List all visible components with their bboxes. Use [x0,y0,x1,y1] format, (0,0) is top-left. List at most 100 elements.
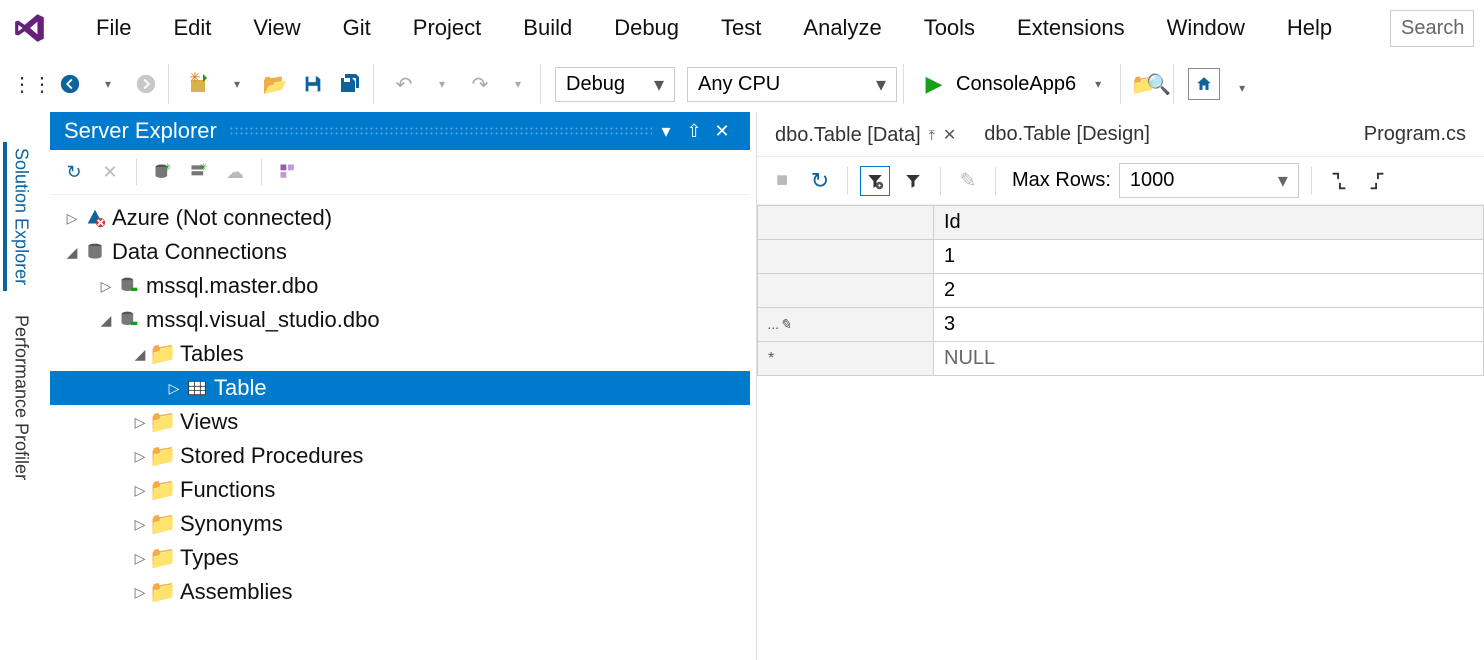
cell-value[interactable]: 2 [934,274,1484,308]
find-in-files-button[interactable]: 📁🔍 [1135,68,1167,100]
menu-analyze[interactable]: Analyze [797,11,887,45]
sidetab-performance-profiler[interactable]: Performance Profiler [3,309,36,486]
refresh-button[interactable]: ↻ [60,158,88,186]
visual-studio-logo-icon [10,8,50,48]
tree-item-table[interactable]: ▷ Table [50,371,750,405]
server-explorer-header[interactable]: Server Explorer ▾ ⇧ ✕ [50,112,750,150]
tree-item-views-folder[interactable]: ▷ 📁 Views [50,405,750,439]
toolbar-overflow-icon[interactable]: ▾ [1226,72,1258,104]
stop-button[interactable]: ■ [767,166,797,196]
redo-button[interactable]: ↷ [464,68,496,100]
new-dropdown-icon[interactable]: ▾ [221,68,253,100]
menu-file[interactable]: File [90,11,137,45]
tab-dbo-table-design[interactable]: dbo.Table [Design] [972,117,1162,152]
connect-to-server-button[interactable]: ✳ [185,158,213,186]
redo-dropdown-icon[interactable]: ▾ [502,68,534,100]
save-button[interactable] [297,68,329,100]
workspace: Solution Explorer Performance Profiler S… [0,112,1484,660]
tree-label: Views [180,409,238,435]
tree-label: mssql.visual_studio.dbo [146,307,380,333]
caret-down-icon: ◢ [96,312,116,329]
svg-text:✳: ✳ [163,162,171,173]
azure-services-button[interactable]: ☁ [221,158,249,186]
sidetab-solution-explorer[interactable]: Solution Explorer [3,142,36,291]
caret-right-icon: ▷ [130,550,150,567]
stop-refresh-button[interactable]: ✕ [96,158,124,186]
tree-item-conn-visualstudio[interactable]: ◢ mssql.visual_studio.dbo [50,303,750,337]
open-file-button[interactable]: 📂 [259,68,291,100]
solution-platform-dropdown[interactable]: Any CPU ▾ [687,67,897,102]
start-debug-button[interactable]: ▶ [918,68,950,100]
table-row[interactable]: 2 [758,274,1484,308]
tab-dbo-table-data[interactable]: dbo.Table [Data] ⤒ ✕ [763,116,968,153]
table-row[interactable]: ...✎ 3 [758,308,1484,342]
tree-item-storedproc-folder[interactable]: ▷ 📁 Stored Procedures [50,439,750,473]
menu-build[interactable]: Build [517,11,578,45]
new-project-button[interactable]: ✳ [183,68,215,100]
menu-git[interactable]: Git [337,11,377,45]
script-button[interactable]: ✎ [953,166,983,196]
menu-project[interactable]: Project [407,11,487,45]
undo-button[interactable]: ↶ [388,68,420,100]
save-all-button[interactable] [335,68,367,100]
chevron-down-icon: ▾ [1278,168,1288,193]
filter-button[interactable] [898,166,928,196]
panel-dropdown-icon[interactable]: ▾ [652,121,680,142]
nav-back-dropdown-icon[interactable]: ▾ [92,68,124,100]
cell-value[interactable]: 1 [934,240,1484,274]
nav-forward-button[interactable] [130,68,162,100]
nav-back-button[interactable] [54,68,86,100]
change-filter-button[interactable] [860,166,890,196]
refresh-data-button[interactable]: ↻ [805,166,835,196]
caret-right-icon: ▷ [130,448,150,465]
tree-item-conn-master[interactable]: ▷ mssql.master.dbo [50,269,750,303]
caret-right-icon: ▷ [62,210,82,227]
home-button[interactable] [1188,68,1220,100]
menu-extensions[interactable]: Extensions [1011,11,1131,45]
search-input[interactable]: Search [1390,10,1474,47]
table-row-new[interactable]: * NULL [758,342,1484,376]
caret-right-icon: ▷ [130,516,150,533]
tree-item-data-connections[interactable]: ◢ Data Connections [50,235,750,269]
folder-icon: 📁 [150,477,176,503]
tree-item-functions-folder[interactable]: ▷ 📁 Functions [50,473,750,507]
tree-label: Assemblies [180,579,292,605]
panel-pin-icon[interactable]: ⇧ [680,121,708,142]
panel-close-icon[interactable]: ✕ [708,121,736,142]
menu-view[interactable]: View [247,11,306,45]
tree-item-tables-folder[interactable]: ◢ 📁 Tables [50,337,750,371]
tree-item-synonyms-folder[interactable]: ▷ 📁 Synonyms [50,507,750,541]
table-row[interactable]: 1 [758,240,1484,274]
menu-debug[interactable]: Debug [608,11,685,45]
menu-window[interactable]: Window [1161,11,1251,45]
cell-value[interactable]: 3 [934,308,1484,342]
connect-to-database-button[interactable]: ✳ [149,158,177,186]
start-dropdown-icon[interactable]: ▾ [1082,68,1114,100]
tab-program-cs[interactable]: Program.cs [1352,117,1478,152]
sort-button[interactable] [274,158,302,186]
tree-label: Tables [180,341,244,367]
data-grid[interactable]: Id 1 2 ...✎ 3 * NULL [757,205,1484,376]
script-to-file-button[interactable] [1324,166,1354,196]
script-to-clipboard-button[interactable] [1362,166,1392,196]
pin-icon[interactable]: ⤒ [929,127,935,144]
tree-item-types-folder[interactable]: ▷ 📁 Types [50,541,750,575]
close-icon[interactable]: ✕ [943,125,956,145]
undo-dropdown-icon[interactable]: ▾ [426,68,458,100]
grid-column-header[interactable]: Id [934,206,1484,240]
menu-test[interactable]: Test [715,11,767,45]
row-marker-editing: ...✎ [758,308,934,342]
solution-config-dropdown[interactable]: Debug ▾ [555,67,675,102]
menu-help[interactable]: Help [1281,11,1338,45]
solution-config-value: Debug [566,73,625,96]
solution-platform-value: Any CPU [698,73,780,96]
start-target-label[interactable]: ConsoleApp6 [956,73,1076,96]
cell-value-null[interactable]: NULL [934,342,1484,376]
tree-item-assemblies-folder[interactable]: ▷ 📁 Assemblies [50,575,750,609]
max-rows-dropdown[interactable]: 1000 ▾ [1119,163,1299,198]
menu-tools[interactable]: Tools [918,11,981,45]
menu-edit[interactable]: Edit [167,11,217,45]
grid-corner[interactable] [758,206,934,240]
menu-bar: File Edit View Git Project Build Debug T… [0,0,1484,56]
tree-item-azure[interactable]: ▷ Azure (Not connected) [50,201,750,235]
